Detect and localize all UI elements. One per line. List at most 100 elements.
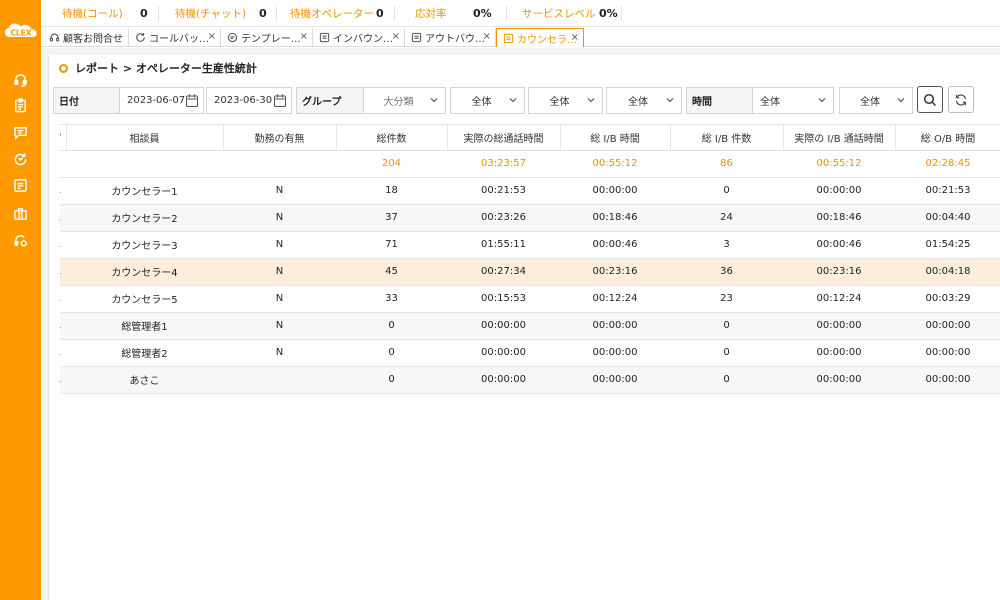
page-title: レポート > オペレーター生産性統計 bbox=[75, 62, 257, 75]
report-icon bbox=[411, 32, 422, 43]
table-cell: 45 bbox=[336, 258, 447, 286]
table-row[interactable]: -1あさこ000:00:0000:00:00000:00:0000:00:00 bbox=[60, 366, 1000, 394]
briefcase-icon[interactable] bbox=[12, 205, 29, 222]
close-icon[interactable]: × bbox=[483, 31, 491, 42]
table-row[interactable]: -1総管理者1N000:00:0000:00:00000:00:0000:00:… bbox=[60, 312, 1000, 340]
table-row[interactable]: -1総管理者2N000:00:0000:00:00000:00:0000:00:… bbox=[60, 339, 1000, 367]
table-cell: カウンセラー3 bbox=[66, 231, 223, 259]
column-header[interactable]: 相談員 bbox=[66, 125, 224, 151]
table-cell: 00:12:24 bbox=[783, 285, 895, 313]
table-cell: 0 bbox=[670, 177, 783, 205]
tab-label: コールバッ… bbox=[149, 34, 209, 45]
table-cell: 00:00:00 bbox=[447, 312, 560, 340]
tab-outbound[interactable]: アウトバウ… × bbox=[405, 28, 496, 47]
table-cell: 0 bbox=[670, 312, 783, 340]
table-cell: 36 bbox=[670, 258, 783, 286]
table-cell: 00:00:00 bbox=[783, 339, 895, 367]
headset-icon[interactable] bbox=[12, 71, 29, 88]
close-icon[interactable]: × bbox=[392, 31, 400, 42]
svg-text:CLEX: CLEX bbox=[10, 29, 31, 38]
table-cell: カウンセラー4 bbox=[66, 258, 223, 286]
chevron-down-icon bbox=[897, 98, 905, 103]
tab-label: アウトバウ… bbox=[425, 34, 485, 45]
table-cell: N bbox=[223, 285, 336, 313]
table-row[interactable]: -1カウンセラー3N7101:55:1100:00:46300:00:4601:… bbox=[60, 231, 1000, 259]
table-cell: 00:23:16 bbox=[783, 258, 895, 286]
table-cell: 00:21:53 bbox=[447, 177, 560, 205]
close-icon[interactable]: × bbox=[208, 31, 216, 42]
table-cell: 00:00:46 bbox=[783, 231, 895, 259]
tab-template[interactable]: テンプレー… × bbox=[221, 28, 313, 47]
table-cell: 23 bbox=[670, 285, 783, 313]
column-header[interactable]: 勤務の有無 bbox=[223, 125, 337, 151]
report-panel: レポート > オペレーター生産性統計 日付 2023-06-07 2023-06… bbox=[48, 55, 1000, 600]
status-service-level: サービスレベル 0% bbox=[522, 6, 618, 21]
report-table: プ 相談員 勤務の有無 総件数 実際の総通話時間 総 I/B 時間 総 I/B … bbox=[60, 125, 1000, 394]
table-cell: 0 bbox=[670, 366, 783, 394]
group-major-select[interactable]: 大分類 bbox=[364, 87, 446, 114]
table-cell: 00:27:34 bbox=[447, 258, 560, 286]
status-label: 待機(コール) bbox=[62, 8, 123, 20]
tab-inbound[interactable]: インバウン… × bbox=[313, 28, 405, 47]
close-icon[interactable]: × bbox=[571, 32, 579, 43]
column-header[interactable]: 実際の I/B 通話時間 bbox=[783, 125, 896, 151]
calendar-icon[interactable] bbox=[274, 94, 286, 107]
report-table-container: プ 相談員 勤務の有無 総件数 実際の総通話時間 総 I/B 時間 総 I/B … bbox=[60, 124, 1000, 398]
table-cell: 00:04:18 bbox=[895, 258, 1000, 286]
table-cell: 71 bbox=[336, 231, 447, 259]
table-row[interactable]: -1カウンセラー1N1800:21:5300:00:00000:00:0000:… bbox=[60, 177, 1000, 205]
chevron-down-icon bbox=[666, 98, 674, 103]
table-row[interactable]: -1カウンセラー4N4500:27:3400:23:163600:23:1600… bbox=[60, 258, 1000, 286]
search-button[interactable] bbox=[917, 86, 943, 113]
tab-customer-inquiry[interactable]: 顧客お問合せ bbox=[43, 28, 129, 47]
table-cell: 00:00:00 bbox=[895, 339, 1000, 367]
settings-headset-icon[interactable] bbox=[12, 232, 29, 249]
column-header[interactable]: 総件数 bbox=[336, 125, 448, 151]
group-detail-select[interactable]: 全体 bbox=[606, 87, 682, 114]
callback-icon[interactable] bbox=[12, 151, 29, 168]
table-cell: N bbox=[223, 231, 336, 259]
table-cell: 33 bbox=[336, 285, 447, 313]
table-header-row: プ 相談員 勤務の有無 総件数 実際の総通話時間 総 I/B 時間 総 I/B … bbox=[60, 125, 1000, 151]
close-icon[interactable]: × bbox=[300, 31, 308, 42]
column-header[interactable]: 総 I/B 件数 bbox=[670, 125, 784, 151]
table-cell: 00:18:46 bbox=[560, 204, 670, 232]
calendar-icon[interactable] bbox=[186, 94, 198, 107]
report-icon bbox=[503, 33, 514, 44]
tab-label: カウンセラ… bbox=[517, 34, 577, 46]
date-to-input[interactable]: 2023-06-30 bbox=[206, 87, 292, 114]
table-cell: 総管理者2 bbox=[66, 339, 223, 367]
date-from-input[interactable]: 2023-06-07 bbox=[120, 87, 204, 114]
table-cell: 86 bbox=[670, 150, 783, 178]
tab-callback[interactable]: コールバッ… × bbox=[129, 28, 221, 47]
chevron-down-icon bbox=[430, 98, 438, 103]
column-header[interactable]: 実際の総通話時間 bbox=[447, 125, 561, 151]
status-label: 応対率 bbox=[415, 8, 447, 20]
table-cell: 00:03:29 bbox=[895, 285, 1000, 313]
table-row[interactable]: -1カウンセラー2N3700:23:2600:18:462400:18:4600… bbox=[60, 204, 1000, 232]
time-range-select[interactable]: 全体 bbox=[839, 87, 913, 114]
group-minor-select[interactable]: 全体 bbox=[528, 87, 603, 114]
table-cell: 204 bbox=[336, 150, 447, 178]
column-header[interactable]: 総 I/B 時間 bbox=[560, 125, 671, 151]
refresh-icon bbox=[955, 93, 967, 106]
table-cell: 0 bbox=[336, 339, 447, 367]
clipboard-icon[interactable] bbox=[12, 97, 29, 114]
report-icon[interactable] bbox=[12, 177, 29, 194]
column-header[interactable]: 総 O/B 時間 bbox=[895, 125, 1000, 151]
tab-label: テンプレー… bbox=[241, 34, 301, 45]
tab-counselor[interactable]: カウンセラ… × bbox=[496, 28, 584, 47]
chat-icon[interactable] bbox=[12, 124, 29, 141]
time-select[interactable]: 全体 bbox=[753, 87, 834, 114]
table-cell: 0 bbox=[670, 339, 783, 367]
clex-logo[interactable]: CLEX bbox=[4, 22, 38, 40]
callback-icon bbox=[135, 32, 146, 43]
table-cell: 00:00:00 bbox=[560, 312, 670, 340]
table-cell: 02:28:45 bbox=[895, 150, 1000, 178]
table-cell: 00:00:00 bbox=[783, 177, 895, 205]
report-icon bbox=[319, 32, 330, 43]
table-cell: 00:00:00 bbox=[560, 366, 670, 394]
table-row[interactable]: -1カウンセラー5N3300:15:5300:12:242300:12:2400… bbox=[60, 285, 1000, 313]
group-mid-select[interactable]: 全体 bbox=[450, 87, 525, 114]
refresh-button[interactable] bbox=[948, 86, 974, 113]
